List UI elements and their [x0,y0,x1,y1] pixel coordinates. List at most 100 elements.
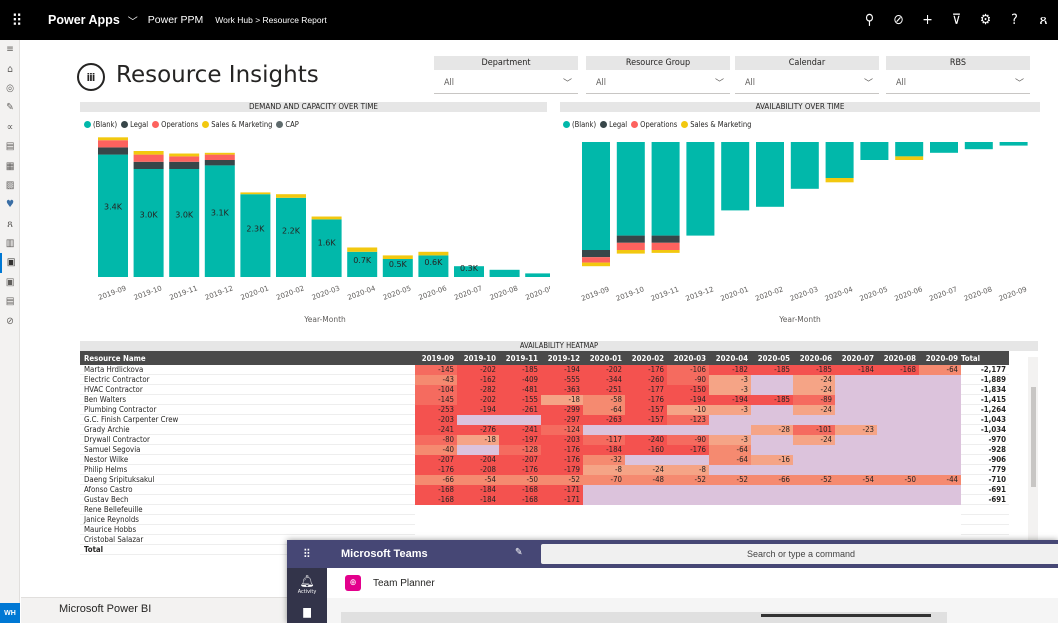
environment-name[interactable]: Power PPM [148,14,203,26]
help-icon[interactable]: ? [1000,12,1029,28]
demand-bar-segment[interactable] [311,219,342,277]
column-header-resource-name[interactable]: Resource Name [80,351,415,365]
demand-bar-segment[interactable] [98,147,128,155]
gear-icon[interactable]: ⚙ [971,12,1000,28]
availability-bar-segment[interactable] [616,250,645,254]
user-icon[interactable]: ጸ [1029,12,1058,28]
table-row[interactable]: Nestor Wilke -207 -204 -207 -176 -32 -64 -16 -90… [80,454,1009,465]
status-icon[interactable]: ⊘ [884,12,913,28]
column-header-month[interactable]: 2020-02 [625,351,667,365]
demand-bar-segment[interactable] [347,247,378,252]
availability-bar-segment[interactable] [616,242,645,250]
compose-icon[interactable]: ✎ [515,547,523,558]
filter-value[interactable]: All ﹀ [735,74,879,94]
availability-bar-segment[interactable] [860,142,889,160]
filter-value[interactable]: All ﹀ [434,74,578,94]
report-icon-active[interactable]: ▣ [0,253,20,273]
list-icon[interactable]: ▤ [0,137,20,156]
demand-bar-segment[interactable] [204,152,235,155]
demand-bar-segment[interactable] [311,216,342,220]
avatar[interactable]: WH [0,603,20,623]
table-row[interactable]: Electric Contractor -43 -162 -409 -555 -344 -2… [80,374,1009,385]
column-header-month[interactable]: 2019-09 [415,351,457,365]
availability-bar-segment[interactable] [582,142,610,250]
filter-resource-group[interactable]: Resource Group All ﹀ [586,56,730,97]
doc-icon[interactable]: ▤ [0,292,20,311]
demand-bar-segment[interactable] [169,161,200,169]
grid-icon[interactable]: ▦ [0,156,20,175]
demand-bar-segment[interactable] [133,151,164,155]
availability-bar-segment[interactable] [616,235,645,243]
filter-department[interactable]: Department All ﹀ [434,56,578,97]
table-row[interactable]: Maurice Hobbs [80,524,1009,535]
filter-rbs[interactable]: RBS All ﹀ [886,56,1030,97]
demand-bar-segment[interactable] [98,137,128,141]
demand-bar-segment[interactable] [204,165,235,277]
availability-bar-segment[interactable] [930,142,958,153]
legend-item[interactable]: Operations [631,120,677,129]
table-row[interactable]: Janice Reynolds [80,514,1009,525]
app-name[interactable]: Power Apps [48,13,120,27]
heart-icon[interactable]: ♥ [0,195,20,214]
bell-icon[interactable]: 🔔︎ [287,574,327,588]
hamburger-icon[interactable]: ≡ [0,40,20,59]
demand-bar-segment[interactable] [418,251,449,256]
availability-bar-segment[interactable] [582,250,610,258]
waffle-icon[interactable]: ⠿ [287,547,327,561]
demand-bar-segment[interactable] [204,154,235,160]
demand-bar-segment[interactable] [240,192,271,195]
chevron-down-icon[interactable]: ﹀ [1015,76,1024,89]
column-header-month[interactable]: 2020-08 [877,351,919,365]
legend-item[interactable]: (Blank) [84,120,117,129]
demand-bar-segment[interactable] [98,140,128,148]
availability-bar-segment[interactable] [651,242,680,250]
demand-bar-segment[interactable] [276,197,306,277]
column-header-month[interactable]: 2020-03 [667,351,709,365]
demand-bar-segment[interactable] [276,194,306,198]
image-icon[interactable]: ▨ [0,176,20,195]
report-icon-2[interactable]: ▣ [0,273,20,292]
availability-bar-segment[interactable] [825,142,854,178]
filter-calendar[interactable]: Calendar All ﹀ [735,56,879,97]
teams-search-input[interactable]: Search or type a command [541,544,1058,564]
column-header-month[interactable]: 2020-07 [835,351,877,365]
column-header-month[interactable]: 2020-04 [709,351,751,365]
legend-item[interactable]: Sales & Marketing [202,120,272,129]
availability-bar-segment[interactable] [895,142,924,157]
add-icon[interactable]: + [913,12,942,28]
table-row[interactable]: Ben Walters -145 -202 -155 -18 -58 -176 -194 -19… [80,394,1009,405]
demand-bar-segment[interactable] [240,194,271,277]
availability-bar-segment[interactable] [686,142,715,236]
table-row[interactable]: Philip Helms -176 -208 -176 -179 -8 -24 -8 -779 [80,464,1009,475]
demand-bar-segment[interactable] [169,153,200,157]
chat-icon[interactable]: ▆ [287,605,327,618]
legend-item[interactable]: Legal [600,120,627,129]
table-row[interactable]: Drywall Contractor -80 -18 -197 -203 -117 -240… [80,434,1009,445]
column-header-month[interactable]: 2019-10 [457,351,499,365]
chevron-down-icon[interactable]: ﹀ [864,76,873,89]
demand-bar-segment[interactable] [204,160,235,166]
demand-bar-segment[interactable] [169,156,200,162]
availability-bar-segment[interactable] [895,156,924,160]
availability-bar-segment[interactable] [582,262,610,267]
table-row[interactable]: Samuel Segovia -40 -128 -176 -184 -160 -176 -64… [80,444,1009,455]
app-launcher-icon[interactable]: ⠿ [0,0,34,40]
column-header-month[interactable]: 2020-05 [751,351,793,365]
table-row[interactable]: HVAC Contractor -104 -282 -481 -363 -251 -177-… [80,384,1009,395]
chevron-down-icon[interactable]: ﹀ [128,13,138,28]
table-row[interactable]: Marta Hrdlickova -145 -202 -185 -194 -202 -176… [80,365,1009,375]
availability-bar-segment[interactable] [651,250,680,253]
availability-bar-segment[interactable] [721,142,750,211]
availability-bar-segment[interactable] [964,142,993,150]
table-row[interactable]: Gustav Bech -168 -184 -168 -171 -691 [80,494,1009,505]
demand-bar-segment[interactable] [525,273,550,277]
chevron-down-icon[interactable]: ﹀ [715,76,724,89]
legend-item[interactable]: Legal [121,120,148,129]
availability-bar-segment[interactable] [825,178,854,183]
column-header-month[interactable]: 2019-12 [541,351,583,365]
table-row[interactable]: Rene Bellefeuille [80,504,1009,515]
home-icon[interactable]: ⌂ [0,59,20,78]
demand-bar-segment[interactable] [489,269,520,277]
legend-item[interactable]: (Blank) [563,120,596,129]
column-header-month[interactable]: 2020-01 [583,351,625,365]
